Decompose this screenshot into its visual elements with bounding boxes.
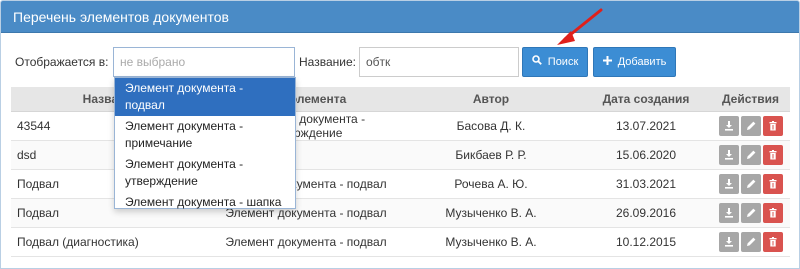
search-icon bbox=[531, 55, 545, 68]
cell-date: 26.09.2016 bbox=[581, 198, 711, 228]
edit-button[interactable] bbox=[740, 115, 761, 136]
download-button[interactable] bbox=[718, 231, 739, 252]
annotation-arrow-icon bbox=[557, 8, 603, 45]
dropdown-option[interactable]: Элемент документа - примечание bbox=[115, 116, 295, 154]
add-button[interactable]: Добавить bbox=[593, 47, 676, 77]
delete-button[interactable] bbox=[762, 144, 783, 165]
cell-actions bbox=[711, 198, 790, 228]
edit-button[interactable] bbox=[740, 173, 761, 194]
download-icon bbox=[724, 178, 733, 189]
display-in-select[interactable]: не выбрано bbox=[113, 47, 295, 77]
trash-icon bbox=[769, 120, 776, 130]
column-header-author[interactable]: Автор bbox=[401, 87, 581, 112]
cell-date: 13.07.2021 bbox=[581, 111, 711, 141]
edit-button[interactable] bbox=[740, 231, 761, 252]
cell-type: Элемент документа - подвал bbox=[211, 227, 401, 257]
name-label: Название: bbox=[299, 55, 356, 69]
cell-name: Подвал (диагностика) bbox=[11, 227, 211, 257]
display-in-label: Отображается в: bbox=[15, 55, 109, 69]
delete-button[interactable] bbox=[762, 231, 783, 252]
cell-actions bbox=[711, 140, 790, 170]
trash-icon bbox=[769, 236, 776, 246]
trash-icon bbox=[769, 207, 776, 217]
pencil-icon bbox=[746, 208, 755, 217]
delete-button[interactable] bbox=[762, 173, 783, 194]
pencil-icon bbox=[746, 237, 755, 246]
edit-button[interactable] bbox=[740, 144, 761, 165]
download-icon bbox=[724, 236, 733, 247]
cell-author: Рочева А. Ю. bbox=[401, 169, 581, 199]
table-row[interactable]: Подвал (диагностика) Элемент документа - … bbox=[11, 227, 790, 257]
download-button[interactable] bbox=[718, 144, 739, 165]
cell-author: Музыченко В. А. bbox=[401, 227, 581, 257]
search-button-label: Поиск bbox=[547, 56, 579, 68]
search-button[interactable]: Поиск bbox=[522, 47, 588, 77]
trash-icon bbox=[769, 149, 776, 159]
cell-author: Музыченко В. А. bbox=[401, 198, 581, 228]
plus-icon bbox=[602, 56, 615, 68]
cell-actions bbox=[711, 227, 790, 257]
panel-title: Перечень элементов документов bbox=[1, 1, 799, 33]
cell-date: 31.03.2021 bbox=[581, 169, 711, 199]
pencil-icon bbox=[746, 121, 755, 130]
dropdown-option[interactable]: Элемент документа - утверждение bbox=[115, 154, 295, 192]
delete-button[interactable] bbox=[762, 202, 783, 223]
cell-author: Бикбаев Р. Р. bbox=[401, 140, 581, 170]
delete-button[interactable] bbox=[762, 115, 783, 136]
download-button[interactable] bbox=[718, 173, 739, 194]
dropdown-option[interactable]: Элемент документа - подвал bbox=[115, 78, 295, 116]
pencil-icon bbox=[746, 179, 755, 188]
column-header-date[interactable]: Дата создания bbox=[581, 87, 711, 112]
edit-button[interactable] bbox=[740, 202, 761, 223]
download-icon bbox=[724, 149, 733, 160]
dropdown-option[interactable]: Элемент документа - шапка bbox=[115, 192, 295, 213]
add-button-label: Добавить bbox=[617, 56, 667, 68]
document-elements-panel: Перечень элементов документов Отображает… bbox=[0, 0, 800, 269]
cell-actions bbox=[711, 111, 790, 141]
download-icon bbox=[724, 120, 733, 131]
cell-actions bbox=[711, 169, 790, 199]
display-in-dropdown-list: Элемент документа - подвал Элемент докум… bbox=[114, 77, 296, 209]
name-input[interactable] bbox=[359, 47, 519, 77]
trash-icon bbox=[769, 178, 776, 188]
pencil-icon bbox=[746, 150, 755, 159]
download-button[interactable] bbox=[718, 202, 739, 223]
column-header-actions: Действия bbox=[711, 87, 790, 112]
cell-date: 15.06.2020 bbox=[581, 140, 711, 170]
cell-date: 10.12.2015 bbox=[581, 227, 711, 257]
cell-author: Басова Д. К. bbox=[401, 111, 581, 141]
download-button[interactable] bbox=[718, 115, 739, 136]
download-icon bbox=[724, 207, 733, 218]
filter-row: Отображается в: не выбрано Название: Пои… bbox=[1, 47, 799, 77]
